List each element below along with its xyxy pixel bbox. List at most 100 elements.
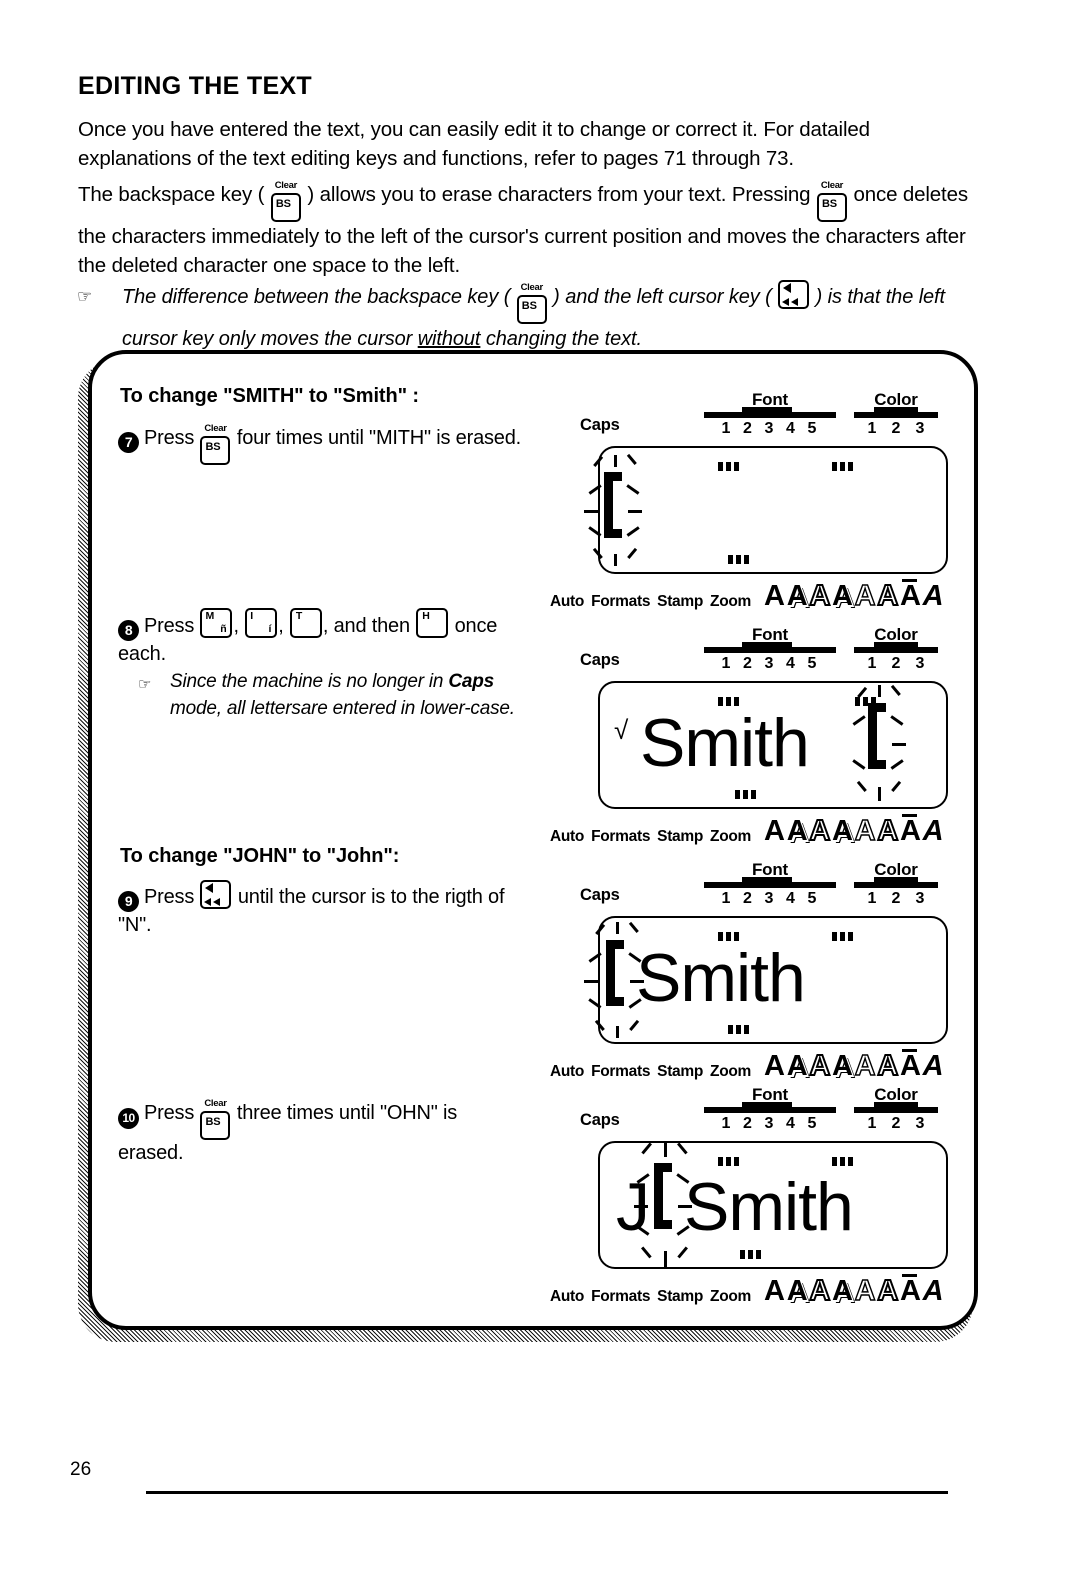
indicator-zoom: Zoom <box>710 828 752 845</box>
step-10: 10 Press Clear BS three times until "OHN" … <box>118 1099 518 1167</box>
style-glyph: A <box>854 1050 876 1082</box>
lcd-display-2: Caps Font 1 2 3 4 5 Color 1 2 3 √ Smith … <box>550 625 970 847</box>
blink-ray-icon <box>677 1246 688 1259</box>
note-text-1: The difference between the backspace key… <box>122 286 516 308</box>
lcd-bottom-indicators: Auto Formats Stamp Zoom A A A A A A A A <box>550 1049 945 1082</box>
backspace-key-top-label: Clear <box>274 180 298 191</box>
lcd-screen-text: Smith <box>684 1169 854 1245</box>
font-position-dots <box>718 462 742 471</box>
blink-ray-icon <box>890 715 904 726</box>
font-scale-ticks: 1 2 3 4 5 <box>718 655 820 673</box>
color-tick: 3 <box>915 1115 925 1132</box>
step-8-subnote-text-2: mode, all lettersare entered in lower-ca… <box>170 698 515 719</box>
blink-ray-icon <box>641 1142 652 1155</box>
backspace-clear-key: Clear BS <box>200 1099 231 1140</box>
font-position-dots <box>718 1157 742 1166</box>
font-tick: 5 <box>807 1115 817 1132</box>
style-glyph: A <box>899 814 921 847</box>
text-cursor <box>634 1142 700 1267</box>
blink-ray-icon <box>588 484 602 495</box>
style-glyph: A <box>786 1050 808 1082</box>
blink-ray-icon <box>627 547 637 559</box>
step-8-subnote-bold: Caps <box>448 671 495 692</box>
step-number-badge: 10 <box>118 1108 139 1129</box>
step-7-text-before: Press <box>144 427 195 449</box>
blink-ray-icon <box>628 510 642 513</box>
blink-ray-icon <box>641 1246 652 1259</box>
indicator-zoom: Zoom <box>710 1288 752 1305</box>
font-scale-ticks: 1 2 3 4 5 <box>718 890 820 908</box>
blink-ray-icon <box>630 980 644 983</box>
step-8-text-before: Press <box>144 615 195 637</box>
font-tick: 3 <box>764 890 774 907</box>
backspace-key-face: BS <box>205 441 221 453</box>
color-scale-active <box>874 642 918 653</box>
font-scale-active <box>742 407 792 418</box>
blink-ray-icon <box>857 780 867 792</box>
font-tick: 1 <box>721 655 731 672</box>
font-tick: 3 <box>764 655 774 672</box>
blink-ray-icon <box>627 453 637 465</box>
style-glyph: A <box>876 1050 899 1082</box>
cursor-triangle-icon <box>213 898 221 906</box>
left-cursor-key <box>778 280 810 309</box>
style-glyph-row: A A A A A A A A <box>764 1049 945 1082</box>
blink-ray-icon <box>852 759 866 770</box>
letter-t-key: T <box>289 608 322 638</box>
style-glyph: A <box>786 580 808 612</box>
style-glyph: A <box>854 815 876 847</box>
backspace-key-face: BS <box>275 198 291 210</box>
color-scale-ticks: 1 2 3 <box>864 890 928 908</box>
blink-ray-icon <box>664 1251 667 1267</box>
blink-ray-icon <box>878 787 881 801</box>
blink-ray-icon <box>852 715 866 726</box>
blink-ray-icon <box>616 922 619 934</box>
step-number-badge: 9 <box>118 891 139 912</box>
font-tick: 4 <box>786 890 795 907</box>
style-glyph: A <box>876 815 899 847</box>
blink-ray-icon <box>614 455 617 467</box>
color-tick: 3 <box>915 890 925 907</box>
indicator-formats: Formats <box>591 1288 651 1305</box>
backspace-key-top-label: Clear <box>820 180 844 191</box>
pointing-hand-icon: ☞ <box>138 676 151 693</box>
cursor-bracket-icon <box>604 472 622 538</box>
blink-ray-icon <box>628 952 642 963</box>
lcd-display-3: Caps Font 1 2 3 4 5 Color 1 2 3 Smith Au… <box>550 860 970 1082</box>
text-cursor <box>852 684 914 801</box>
color-scale-ticks: 1 2 3 <box>864 420 928 438</box>
blink-ray-icon <box>614 554 617 566</box>
style-glyph: A <box>764 1275 785 1307</box>
indicator-stamp: Stamp <box>657 1063 704 1080</box>
cursor-triangle-icon <box>204 898 212 906</box>
caps-label: Caps <box>580 416 620 434</box>
style-glyph: A <box>808 1050 831 1082</box>
cursor-triangle-icon <box>782 298 790 306</box>
style-glyph: A <box>764 815 785 847</box>
indicator-auto: Auto <box>550 593 585 610</box>
letter-h-key-face: H <box>422 610 430 622</box>
blink-ray-icon <box>616 1026 619 1038</box>
backspace-key-face: BS <box>205 1116 221 1128</box>
step-number-badge: 8 <box>118 620 139 641</box>
style-glyph-row: A A A A A A A A <box>764 814 945 847</box>
style-glyph: A <box>899 1049 921 1082</box>
indicator-zoom: Zoom <box>710 593 752 610</box>
style-glyph: A <box>786 815 808 847</box>
instruction-group-2-title: To change "JOHN" to "John": <box>120 845 400 867</box>
style-glyph: A <box>922 1275 944 1307</box>
left-cursor-key <box>200 880 232 909</box>
backspace-clear-key: Clear BS <box>816 181 847 222</box>
step-8-sep-2: , <box>278 615 284 637</box>
letter-m-key-face: M <box>205 610 215 622</box>
pointing-hand-icon: ☞ <box>77 287 92 306</box>
page-title: EDITING THE TEXT <box>78 72 312 100</box>
step-7-text-after: four times until "MITH" is erased. <box>236 427 521 449</box>
step-8-subnote-text-1: Since the machine is no longer in <box>170 671 449 692</box>
font-tick: 4 <box>786 420 795 437</box>
intro-paragraph: Once you have entered the text, you can … <box>78 118 870 170</box>
font-tick: 2 <box>743 655 752 672</box>
blink-ray-icon <box>588 952 602 963</box>
style-glyph: A <box>876 580 899 612</box>
blink-ray-icon <box>588 998 602 1009</box>
